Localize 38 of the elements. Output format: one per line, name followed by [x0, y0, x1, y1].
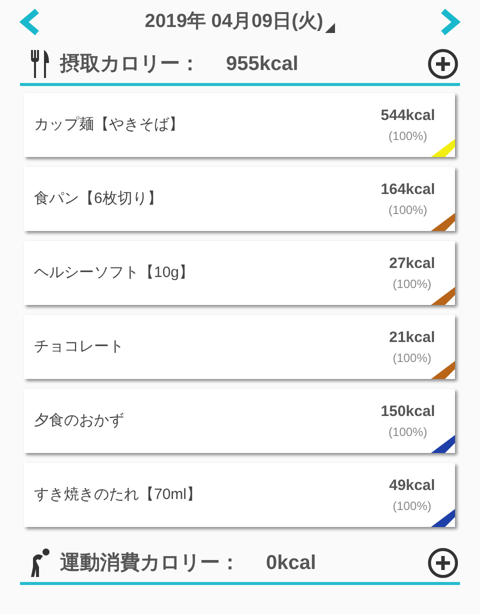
food-name: ヘルシーソフト【10g】 — [34, 262, 194, 283]
corner-triangle-icon — [325, 23, 336, 34]
date-dropdown[interactable]: 2019年 04月09日(火) — [144, 8, 336, 36]
food-name: カップ麺【やきそば】 — [34, 114, 184, 135]
section-label: 摂取カロリー： — [60, 52, 200, 76]
section-label: 運動消費カロリー： — [60, 550, 240, 576]
food-percent: (100%) — [392, 498, 432, 516]
food-percent: (100%) — [388, 128, 428, 146]
food-percent: (100%) — [388, 202, 428, 220]
food-name: チョコレート — [34, 336, 124, 357]
food-calories: 27kcal — [389, 254, 435, 274]
food-calories: 49kcal — [389, 476, 435, 496]
food-calories: 150kcal — [380, 402, 435, 422]
food-card[interactable]: チョコレート 21kcal (100%) — [24, 315, 455, 379]
food-percent: (100%) — [392, 350, 432, 368]
add-button[interactable] — [426, 46, 460, 80]
food-card[interactable]: ヘルシーソフト【10g】 27kcal (100%) — [24, 241, 455, 305]
food-card[interactable]: 食パン【6枚切り】 164kcal (100%) — [24, 167, 455, 231]
plus-circle-icon — [427, 546, 459, 578]
plus-circle-icon — [427, 48, 459, 80]
calorie-total: 0kcal — [266, 550, 316, 576]
food-card[interactable]: すき焼きのたれ【70ml】 49kcal (100%) — [24, 463, 455, 527]
add-button[interactable] — [426, 546, 460, 580]
food-calories: 21kcal — [389, 328, 435, 348]
food-name: すき焼きのたれ【70ml】 — [34, 484, 202, 505]
food-calories: 544kcal — [380, 106, 435, 126]
chevron-left-icon — [19, 8, 41, 36]
calorie-total: 955kcal — [226, 52, 298, 76]
food-percent: (100%) — [388, 424, 428, 442]
food-calories: 164kcal — [380, 180, 435, 200]
food-card[interactable]: 夕食のおかず 150kcal (100%) — [24, 389, 455, 453]
food-name: 食パン【6枚切り】 — [34, 188, 162, 209]
chevron-right-icon — [439, 8, 461, 36]
stretching-person-icon — [29, 548, 51, 578]
fork-knife-icon — [29, 48, 51, 78]
food-percent: (100%) — [392, 276, 432, 294]
food-card[interactable]: カップ麺【やきそば】 544kcal (100%) — [24, 93, 455, 157]
food-name: 夕食のおかず — [34, 410, 124, 431]
